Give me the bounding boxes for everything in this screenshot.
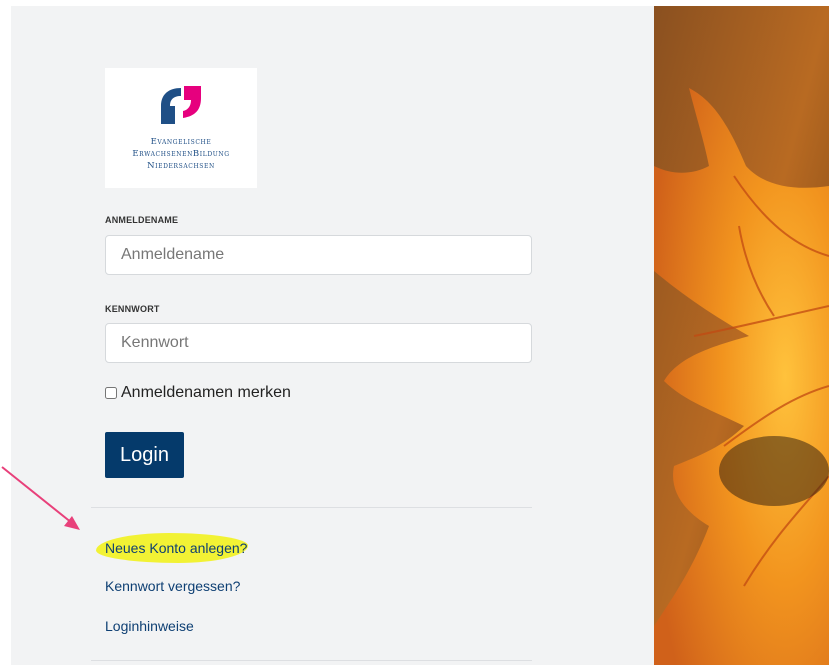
remember-username[interactable]: Anmeldenamen merken — [105, 383, 291, 403]
divider — [91, 507, 532, 508]
remember-label: Anmeldenamen merken — [121, 384, 291, 401]
divider-bottom — [91, 660, 532, 661]
autumn-leaf-image — [654, 6, 829, 665]
ebn-logo-icon — [161, 86, 201, 124]
logo-line-3: Niedersachsen — [147, 161, 215, 171]
logo-text: Evangelische ErwachsenenBildung Niedersa… — [105, 136, 257, 172]
logo-line-2: ErwachsenenBildung — [132, 149, 230, 159]
forgot-password-link[interactable]: Kennwort vergessen? — [105, 578, 240, 594]
remember-checkbox[interactable] — [105, 387, 117, 399]
logo-line-1: Evangelische — [150, 137, 212, 147]
password-label: KENNWORT — [105, 304, 160, 314]
login-hints-link[interactable]: Loginhinweise — [105, 618, 194, 634]
arrow-annotation-icon — [1, 466, 80, 530]
username-label: ANMELDENAME — [105, 215, 179, 225]
login-button[interactable]: Login — [105, 432, 184, 478]
username-input[interactable] — [105, 235, 532, 275]
logo: Evangelische ErwachsenenBildung Niedersa… — [105, 68, 257, 188]
password-input[interactable] — [105, 323, 532, 363]
new-account-link[interactable]: Neues Konto anlegen? — [105, 540, 247, 556]
